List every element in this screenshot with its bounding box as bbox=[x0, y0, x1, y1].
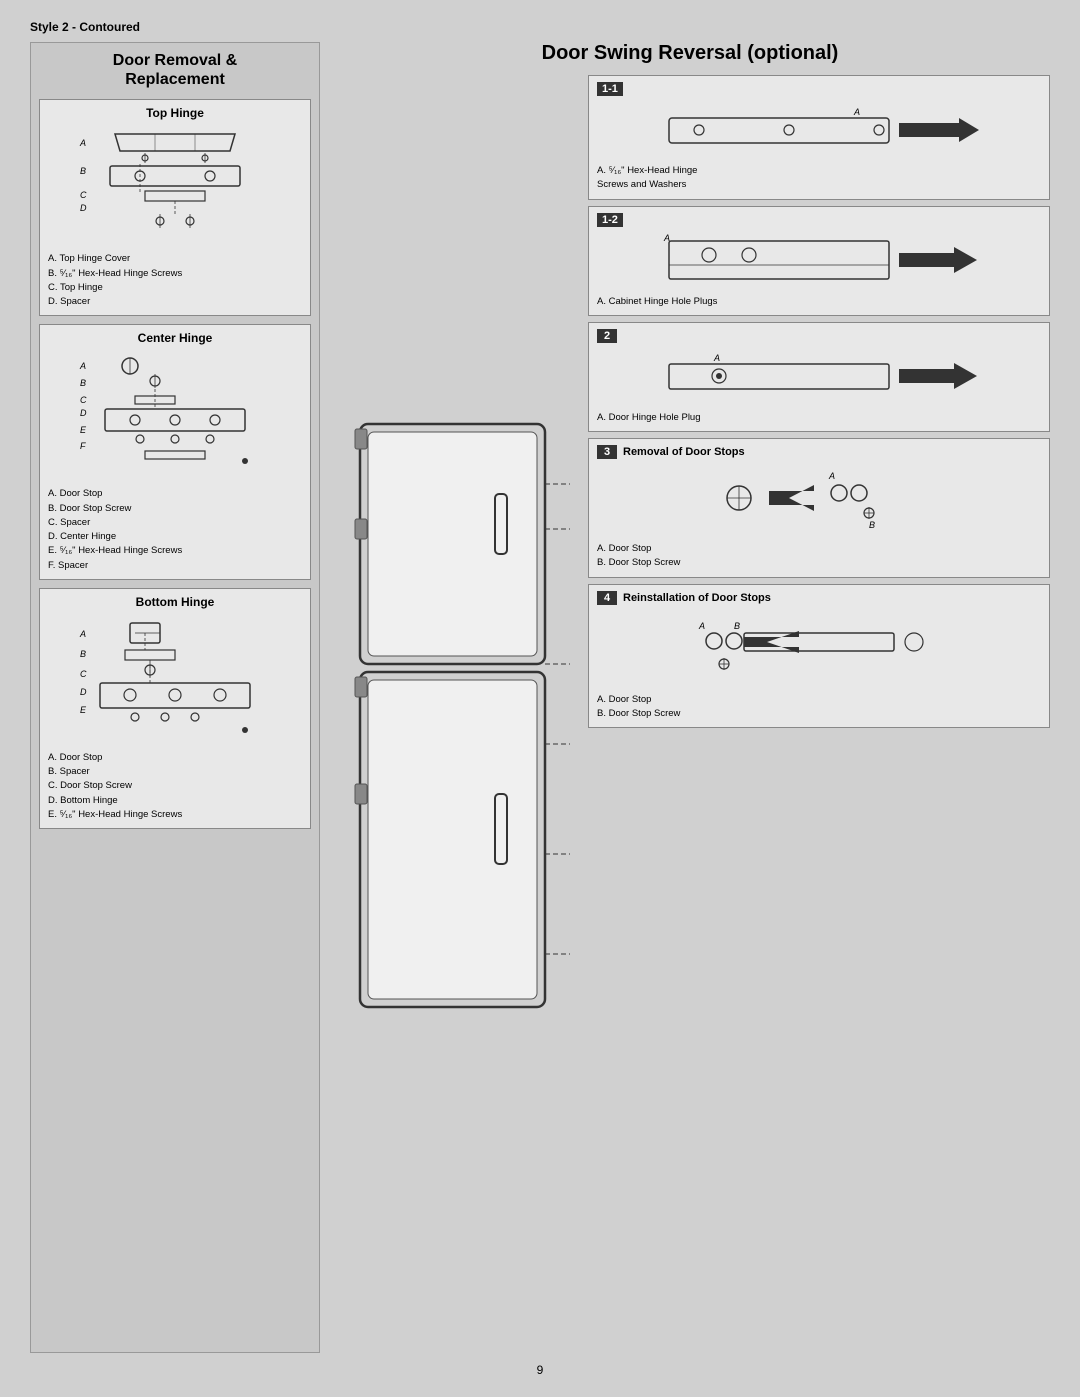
top-hinge-diagram: A B C D bbox=[48, 126, 302, 246]
step-1-2-box: 1-2 bbox=[588, 206, 1050, 316]
step-2-svg: A bbox=[659, 349, 979, 404]
svg-text:B: B bbox=[80, 649, 86, 659]
step-2-box: 2 A bbox=[588, 322, 1050, 432]
step-2-labels: A. Door Hinge Hole Plug bbox=[597, 411, 1041, 425]
page-number: 9 bbox=[30, 1363, 1050, 1377]
svg-text:A: A bbox=[79, 138, 86, 148]
svg-text:B: B bbox=[734, 621, 740, 631]
step-4-number: 4 bbox=[597, 591, 617, 605]
svg-text:D: D bbox=[80, 408, 87, 418]
svg-text:E: E bbox=[80, 425, 87, 435]
step-1-2-svg: A bbox=[659, 233, 979, 288]
step-3-box: 3 Removal of Door Stops bbox=[588, 438, 1050, 578]
svg-text:A: A bbox=[698, 621, 705, 631]
bottom-hinge-title: Bottom Hinge bbox=[48, 595, 302, 609]
svg-text:F: F bbox=[80, 441, 86, 451]
step-4-labels: A. Door Stop B. Door Stop Screw bbox=[597, 693, 1041, 722]
step-4-title: Reinstallation of Door Stops bbox=[623, 592, 771, 604]
top-hinge-labels: A. Top Hinge Cover B. ⁵⁄₁₆" Hex-Head Hin… bbox=[48, 252, 302, 309]
step-3-title: Removal of Door Stops bbox=[623, 446, 745, 458]
svg-text:C: C bbox=[80, 190, 87, 200]
center-hinge-svg: A B C D E F bbox=[75, 351, 275, 481]
step-3-labels: A. Door Stop B. Door Stop Screw bbox=[597, 542, 1041, 571]
svg-text:A: A bbox=[828, 471, 835, 481]
svg-text:B: B bbox=[80, 378, 86, 388]
right-inner: 1-1 bbox=[330, 75, 1050, 1353]
step-1-1-diagram: A bbox=[597, 100, 1041, 160]
center-hinge-labels: A. Door Stop B. Door Stop Screw C. Space… bbox=[48, 487, 302, 573]
step-3-header: 3 Removal of Door Stops bbox=[597, 445, 1041, 459]
step-4-diagram: A B bbox=[597, 609, 1041, 689]
step-2-header: 2 bbox=[597, 329, 1041, 343]
step-1-1-labels: A. ⁵⁄₁₆" Hex-Head Hinge Screws and Washe… bbox=[597, 164, 1041, 193]
step-1-1-header: 1-1 bbox=[597, 82, 1041, 96]
step-3-svg: A B bbox=[659, 463, 979, 538]
svg-text:A: A bbox=[713, 353, 720, 363]
svg-text:B: B bbox=[869, 520, 875, 530]
svg-text:D: D bbox=[80, 687, 87, 697]
svg-text:E: E bbox=[80, 705, 87, 715]
step-1-2-labels: A. Cabinet Hinge Hole Plugs bbox=[597, 295, 1041, 309]
svg-text:C: C bbox=[80, 395, 87, 405]
center-fridge bbox=[330, 75, 580, 1353]
svg-text:D: D bbox=[80, 203, 87, 213]
step-3-diagram: A B bbox=[597, 463, 1041, 538]
step-1-2-number: 1-2 bbox=[597, 213, 623, 227]
step-4-box: 4 Reinstallation of Door Stops bbox=[588, 584, 1050, 729]
right-column: Door Swing Reversal (optional) bbox=[330, 42, 1050, 1353]
right-title: Door Swing Reversal (optional) bbox=[330, 42, 1050, 65]
bottom-hinge-labels: A. Door Stop B. Spacer C. Door Stop Scre… bbox=[48, 751, 302, 822]
steps-column: 1-1 bbox=[588, 75, 1050, 1353]
svg-text:B: B bbox=[80, 166, 86, 176]
svg-text:A: A bbox=[853, 107, 860, 117]
main-content: Door Removal & Replacement Top Hinge A B… bbox=[30, 42, 1050, 1353]
fridge-svg bbox=[340, 364, 570, 1064]
top-hinge-title: Top Hinge bbox=[48, 106, 302, 120]
step-4-svg: A B bbox=[659, 609, 979, 689]
top-hinge-svg: A B C D bbox=[75, 126, 275, 246]
step-2-number: 2 bbox=[597, 329, 617, 343]
svg-text:A: A bbox=[663, 233, 670, 243]
step-4-header: 4 Reinstallation of Door Stops bbox=[597, 591, 1041, 605]
bottom-hinge-section: Bottom Hinge A B C D E bbox=[39, 588, 311, 829]
svg-text:A: A bbox=[79, 629, 86, 639]
top-hinge-section: Top Hinge A B C D bbox=[39, 99, 311, 316]
center-hinge-section: Center Hinge A B C D E F bbox=[39, 324, 311, 580]
step-1-1-number: 1-1 bbox=[597, 82, 623, 96]
center-hinge-title: Center Hinge bbox=[48, 331, 302, 345]
bottom-hinge-diagram: A B C D E bbox=[48, 615, 302, 745]
svg-text:A: A bbox=[79, 361, 86, 371]
step-1-2-diagram: A bbox=[597, 231, 1041, 291]
step-1-1-svg: A bbox=[659, 103, 979, 158]
left-title: Door Removal & Replacement bbox=[39, 51, 311, 89]
page-container: Style 2 - Contoured Door Removal & Repla… bbox=[0, 0, 1080, 1397]
step-1-2-header: 1-2 bbox=[597, 213, 1041, 227]
step-2-diagram: A bbox=[597, 347, 1041, 407]
step-3-number: 3 bbox=[597, 445, 617, 459]
bottom-hinge-svg: A B C D E bbox=[75, 615, 275, 745]
svg-text:C: C bbox=[80, 669, 87, 679]
step-1-1-box: 1-1 bbox=[588, 75, 1050, 200]
style-label: Style 2 - Contoured bbox=[30, 20, 1050, 34]
left-column: Door Removal & Replacement Top Hinge A B… bbox=[30, 42, 320, 1353]
center-hinge-diagram: A B C D E F bbox=[48, 351, 302, 481]
